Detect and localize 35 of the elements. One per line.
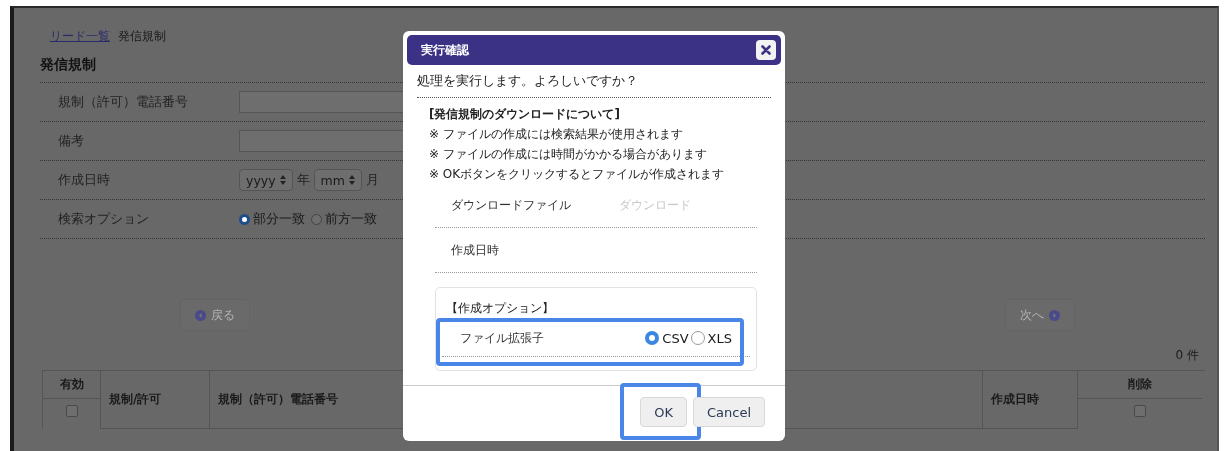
- checkbox[interactable]: [65, 405, 78, 417]
- cancel-button[interactable]: Cancel: [692, 397, 765, 427]
- column-header: 作成日時: [982, 371, 1077, 429]
- info-note: ※ OKボタンをクリックするとファイルが作成されます: [429, 166, 726, 183]
- close-button[interactable]: [756, 40, 776, 60]
- chevron-right-icon: [1049, 309, 1060, 321]
- updown-arrows-icon: [348, 175, 355, 185]
- breadcrumb-current: 発信規制: [118, 27, 166, 45]
- field-label: 作成日時: [451, 241, 499, 259]
- checkbox[interactable]: [1134, 405, 1146, 417]
- date-select[interactable]: yyyy: [239, 169, 293, 191]
- confirm-message: 処理を実行します。よろしいですか？: [417, 65, 771, 98]
- field-label: 検索オプション: [57, 210, 150, 228]
- date-unit: 年: [296, 171, 310, 189]
- close-icon: [761, 45, 771, 55]
- chevron-left-icon: [195, 309, 206, 321]
- column-header: 規制/許可: [100, 371, 209, 429]
- options-heading: 【作成オプション】: [445, 300, 555, 317]
- updown-arrows-icon: [279, 175, 286, 185]
- date-select[interactable]: mm: [313, 169, 362, 191]
- file-type-radio[interactable]: XLS: [690, 330, 732, 346]
- field-label: ファイル拡張子: [460, 329, 544, 347]
- column-header: 削除: [1077, 371, 1202, 399]
- info-heading: [発信規制のダウンロードについて]: [429, 106, 621, 123]
- info-note: ※ ファイルの作成には時間がかかる場合があります: [429, 146, 708, 163]
- file-type-radio[interactable]: CSV: [645, 330, 689, 346]
- field-label: ダウンロードファイル: [451, 196, 571, 214]
- field-label: 作成日時: [57, 171, 111, 189]
- column-header: 有効: [42, 371, 100, 399]
- result-count: 0 件: [1175, 347, 1200, 364]
- field-label: 備考: [57, 132, 85, 150]
- date-unit: 月: [365, 171, 379, 189]
- ok-button[interactable]: OK: [640, 397, 687, 427]
- info-note: ※ ファイルの作成には検索結果が使用されます: [429, 126, 684, 143]
- field-label: 規制（許可）電話番号: [57, 93, 189, 111]
